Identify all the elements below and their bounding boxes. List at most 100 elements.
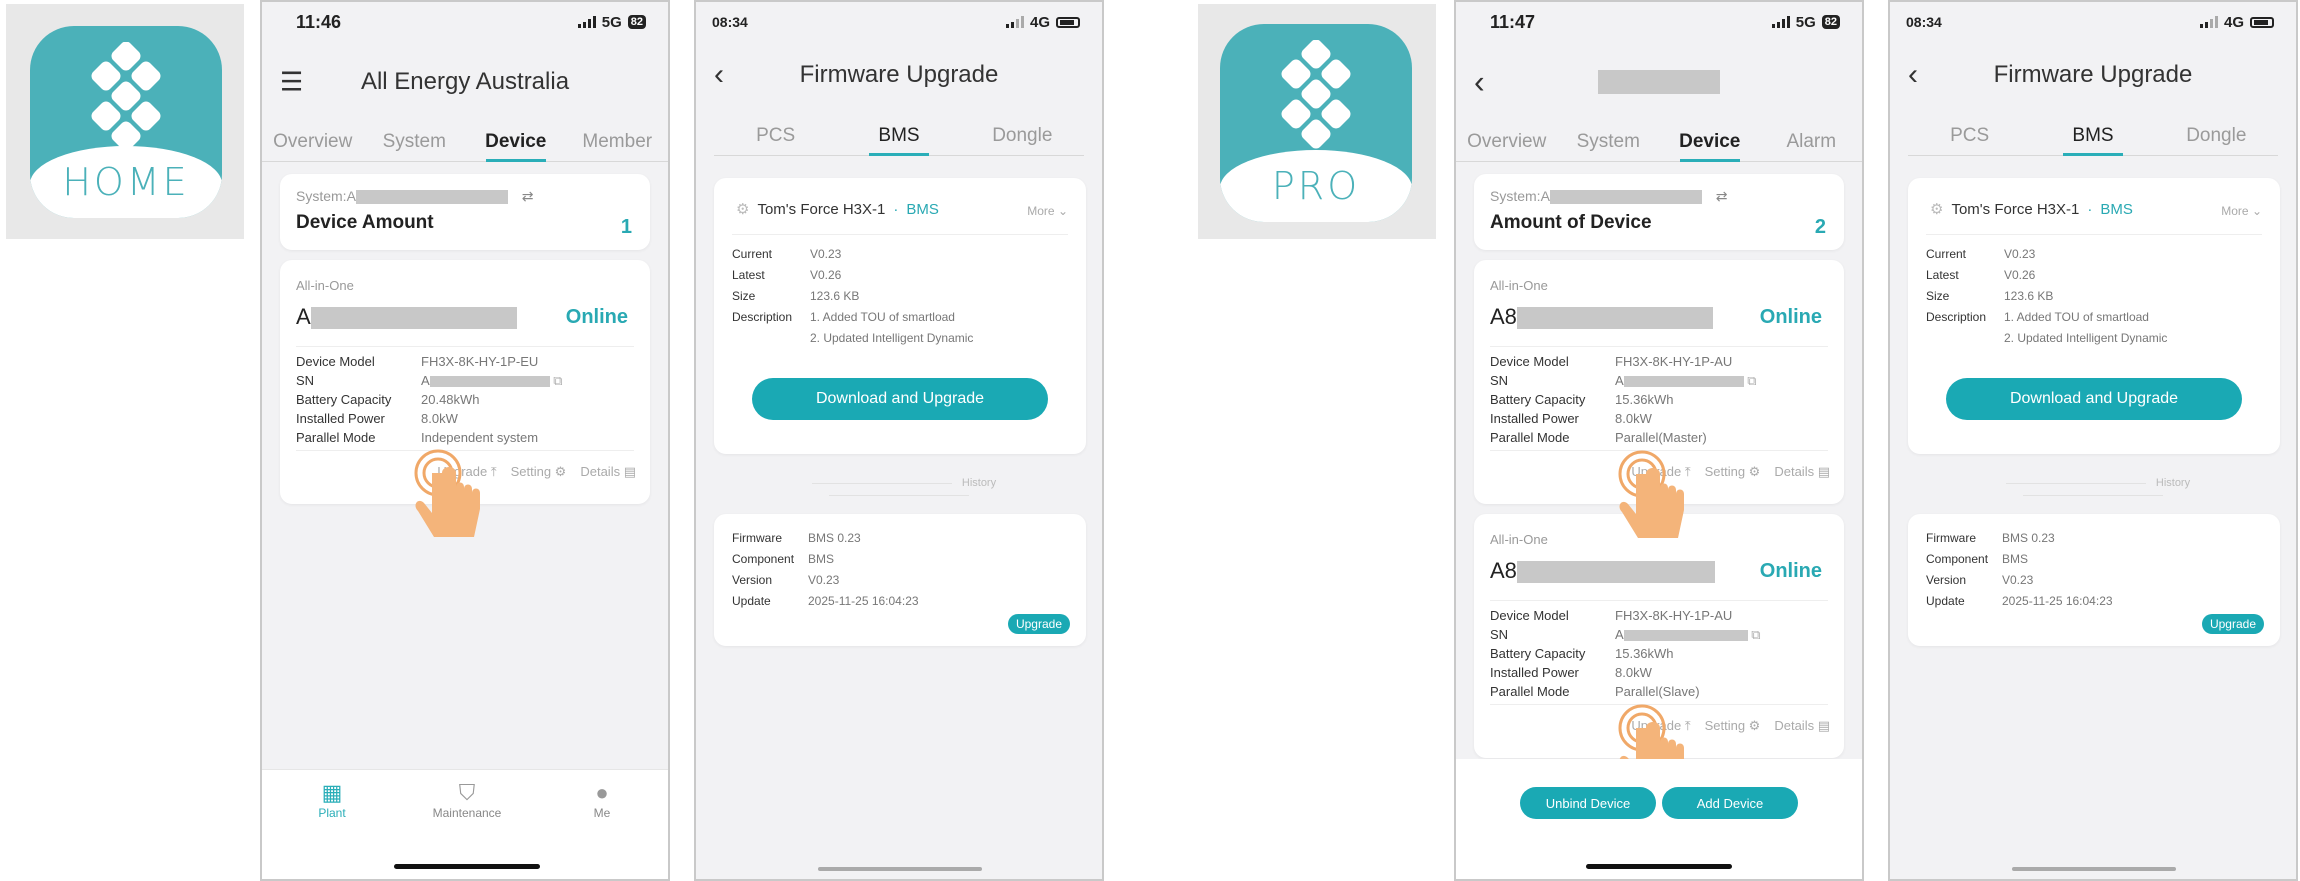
more-dropdown[interactable]: More ⌄ (2221, 204, 2262, 218)
tab-overview[interactable]: Overview (262, 131, 364, 161)
menu-icon[interactable]: ☰ (280, 67, 303, 98)
nav-me[interactable]: ● Me (552, 780, 652, 820)
system-selector[interactable]: System:A ⇄ (1490, 188, 1728, 205)
switch-icon[interactable]: ⇄ (1716, 188, 1728, 204)
nav-plant[interactable]: ▦ Plant (282, 780, 382, 820)
history-card: Firmware BMS 0.23 Component BMS Version V0.… (1908, 514, 2280, 646)
network-label: 5G (601, 13, 622, 31)
network-label: 4G (2223, 13, 2244, 31)
redacted-text (1549, 190, 1702, 205)
amount-value: 2 (1814, 216, 1826, 238)
device-name: A (296, 304, 517, 330)
history-card: Firmware BMS 0.23 Component BMS Version V0.… (714, 514, 1086, 646)
status-bar: 11:47 5G 82 (1456, 2, 1862, 42)
pro-app-icon: PRO (1220, 24, 1412, 222)
tab-bar: Overview System Device Member (262, 114, 668, 162)
back-icon[interactable]: ‹ (1474, 64, 1485, 101)
signal-icon (1005, 16, 1024, 28)
page-title: All Energy Australia (360, 68, 570, 95)
tab-bms[interactable]: BMS (837, 125, 960, 155)
firmware-card: ⚙ Tom's Force H3X-1 · BMS More ⌄ Current… (714, 178, 1086, 454)
battery-icon (2250, 16, 2274, 28)
tab-alarm[interactable]: Alarm (1761, 131, 1863, 161)
tab-member[interactable]: Member (567, 131, 669, 161)
battery-icon: 82 (627, 15, 646, 29)
system-selector[interactable]: System:A ⇄ (296, 188, 534, 205)
gear-icon: ⚙ (736, 201, 750, 218)
device-info: Device Model FH3X-8K-HY-1P-AU SN A ⧉ Batte… (1490, 608, 1761, 699)
device-name: Tom's Force H3X-1 (1951, 200, 2080, 218)
switch-icon[interactable]: ⇄ (522, 188, 534, 204)
upgrade-badge[interactable]: Upgrade (2201, 614, 2264, 634)
shield-icon: ⛉ (458, 780, 476, 805)
redacted-text (1516, 561, 1715, 584)
tab-bar: Overview System Device Alarm (1456, 114, 1862, 162)
history-info: Firmware BMS 0.23 Component BMS Version V0.… (1926, 531, 2113, 608)
logo-label: PRO (1220, 150, 1412, 222)
firmware-info: Current V0.23 Latest V0.26 Size 123.6 KB De… (732, 247, 974, 345)
tab-system[interactable]: System (364, 131, 466, 161)
download-upgrade-button[interactable]: Download and Upgrade (752, 378, 1048, 420)
status-time: 11:47 (1490, 11, 1536, 32)
details-button[interactable]: Details ▤ (580, 464, 636, 480)
device-amount-card: System:A ⇄ Amount of Device 2 (1474, 174, 1844, 250)
tab-device[interactable]: Device (1659, 131, 1761, 161)
redacted-text (1516, 307, 1713, 330)
more-dropdown[interactable]: More ⌄ (1027, 204, 1068, 218)
building-icon: ▦ (321, 780, 343, 805)
redacted-text (1623, 630, 1748, 642)
chevron-down-icon: ⌄ (1057, 204, 1068, 218)
details-button[interactable]: Details ▤ (1774, 464, 1830, 480)
history-label: History (726, 477, 1072, 501)
copy-icon[interactable]: ⧉ (1751, 627, 1760, 642)
device-tag: BMS (906, 200, 939, 218)
home-indicator (2012, 867, 2176, 871)
divider (296, 346, 634, 347)
tab-device[interactable]: Device (465, 131, 567, 161)
setting-button[interactable]: Setting ⚙ (1705, 464, 1761, 480)
firmware-info: Current V0.23 Latest V0.26 Size 123.6 KB De… (1926, 247, 2168, 345)
setting-button[interactable]: Setting ⚙ (511, 464, 567, 480)
nav-maintenance[interactable]: ⛉ Maintenance (417, 780, 517, 820)
redacted-text (429, 376, 550, 388)
device-name: A8 (1490, 558, 1715, 584)
status-bar: 11:46 5G 82 (262, 2, 668, 42)
unbind-device-button[interactable]: Unbind Device (1520, 787, 1656, 819)
setting-button[interactable]: Setting ⚙ (1705, 718, 1761, 734)
status-badge: Online (565, 306, 628, 328)
tab-pcs[interactable]: PCS (1908, 125, 2031, 155)
status-time: 11:46 (296, 11, 342, 32)
copy-icon[interactable]: ⧉ (553, 373, 562, 388)
status-time: 08:34 (712, 14, 748, 30)
device-name: Tom's Force H3X-1 (757, 200, 886, 218)
back-icon[interactable]: ‹ (714, 58, 724, 92)
download-upgrade-button[interactable]: Download and Upgrade (1946, 378, 2242, 420)
tab-system[interactable]: System (1558, 131, 1660, 161)
divider (732, 234, 1068, 235)
brand-mark-icon (1281, 40, 1351, 149)
device-type: All-in-One (1490, 532, 1548, 547)
back-icon[interactable]: ‹ (1908, 58, 1918, 92)
copy-icon[interactable]: ⧉ (1747, 373, 1756, 388)
signal-icon (577, 16, 596, 28)
tap-gesture-icon (414, 449, 480, 537)
tab-pcs[interactable]: PCS (714, 125, 837, 155)
tap-gesture-icon (1618, 450, 1684, 538)
app-header: ‹ Firmware Upgrade (696, 50, 1102, 100)
details-button[interactable]: Details ▤ (1774, 718, 1830, 734)
tab-dongle[interactable]: Dongle (2155, 125, 2278, 155)
gear-icon: ⚙ (1930, 201, 1944, 218)
tab-bms[interactable]: BMS (2031, 125, 2154, 155)
upgrade-badge[interactable]: Upgrade (1007, 614, 1070, 634)
add-device-button[interactable]: Add Device (1662, 787, 1798, 819)
device-tag: BMS (2100, 200, 2133, 218)
redacted-title (1598, 70, 1720, 94)
network-label: 5G (1795, 13, 1816, 31)
tab-overview[interactable]: Overview (1456, 131, 1558, 161)
device-info: Device Model FH3X-8K-HY-1P-EU SN A ⧉ Batte… (296, 354, 563, 445)
tab-dongle[interactable]: Dongle (961, 125, 1084, 155)
pro-device-screen: 11:47 5G 82 ‹ Overview System Device Ala… (1454, 0, 1864, 881)
status-badge: Online (1759, 306, 1822, 328)
device-type: All-in-One (296, 278, 354, 293)
system-label: System:A (296, 188, 356, 204)
